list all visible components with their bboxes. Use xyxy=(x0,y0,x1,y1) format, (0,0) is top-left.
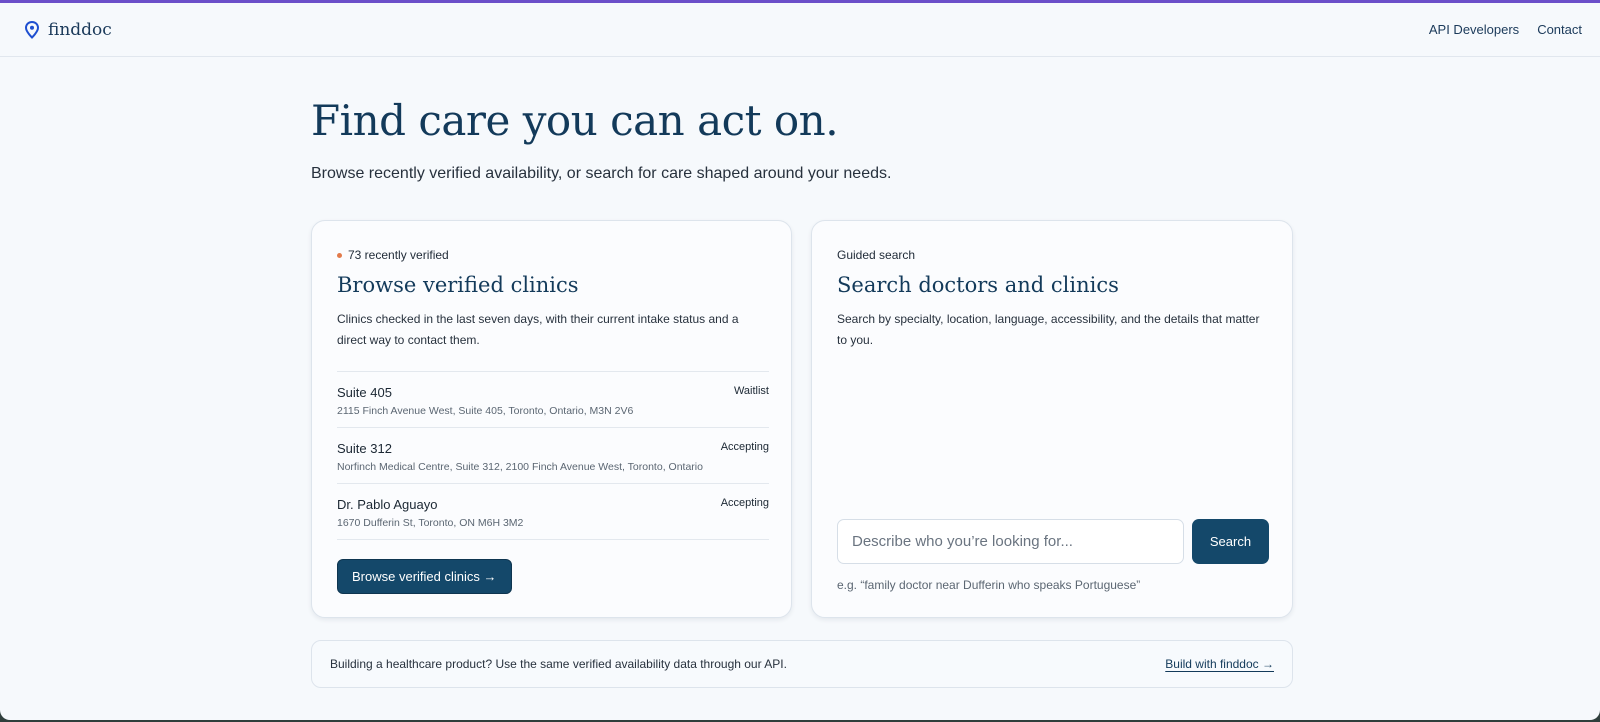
status-dot-icon xyxy=(337,252,342,258)
guided-search-card: Guided search Search doctors and clinics… xyxy=(811,220,1293,618)
clinic-name: Suite 312 xyxy=(337,441,392,456)
guided-search-eyebrow: Guided search xyxy=(837,248,916,262)
search-example-hint: e.g. “family doctor near Dufferin who sp… xyxy=(837,578,1141,592)
page-subtitle: Browse recently verified availability, o… xyxy=(311,165,892,182)
search-input[interactable] xyxy=(837,519,1184,564)
search-card-title: Search doctors and clinics xyxy=(837,273,1119,297)
search-form: Search xyxy=(837,519,1269,564)
brand-name: finddoc xyxy=(48,19,112,40)
clinic-address: 1670 Dufferin St, Toronto, ON M6H 3M2 xyxy=(337,517,524,529)
intake-status-badge: Accepting xyxy=(720,441,769,453)
clinic-name: Dr. Pablo Aguayo xyxy=(337,497,438,512)
nav-link-contact[interactable]: Contact xyxy=(1537,22,1582,37)
map-pin-icon xyxy=(24,20,40,39)
search-button[interactable]: Search xyxy=(1192,519,1269,564)
page-title: Find care you can act on. xyxy=(311,96,839,145)
api-promo-text: Building a healthcare product? Use the s… xyxy=(330,657,787,671)
clinic-address: Norfinch Medical Centre, Suite 312, 2100… xyxy=(337,461,703,473)
brand-logo[interactable]: finddoc xyxy=(24,20,112,40)
clinic-row[interactable]: Suite 405 2115 Finch Avenue West, Suite … xyxy=(337,372,769,428)
browse-verified-clinics-button[interactable]: Browse verified clinics → xyxy=(337,559,512,594)
header-nav: API Developers Contact xyxy=(1429,22,1582,37)
browse-card-title: Browse verified clinics xyxy=(337,273,579,297)
clinic-row[interactable]: Dr. Pablo Aguayo 1670 Dufferin St, Toron… xyxy=(337,484,769,540)
search-card-description: Search by specialty, location, language,… xyxy=(837,312,1260,347)
api-promo-bar: Building a healthcare product? Use the s… xyxy=(311,640,1293,688)
nav-link-api-developers[interactable]: API Developers xyxy=(1429,22,1519,37)
intake-status-badge: Waitlist xyxy=(733,385,769,397)
clinic-address: 2115 Finch Avenue West, Suite 405, Toron… xyxy=(337,405,634,417)
top-navigation-bar: finddoc API Developers Contact xyxy=(0,3,1600,57)
browse-card-description: Clinics checked in the last seven days, … xyxy=(337,312,739,347)
clinic-row[interactable]: Suite 312 Norfinch Medical Centre, Suite… xyxy=(337,428,769,484)
clinic-name: Suite 405 xyxy=(337,385,392,400)
intake-status-badge: Accepting xyxy=(720,497,769,509)
clinic-list: Suite 405 2115 Finch Avenue West, Suite … xyxy=(337,371,769,540)
browser-window: finddoc API Developers Contact Find care… xyxy=(0,0,1600,720)
build-with-finddoc-link[interactable]: Build with finddoc → xyxy=(1165,657,1274,671)
browse-clinics-card: 73 recently verified Browse verified cli… xyxy=(311,220,792,618)
verified-count-label: 73 recently verified xyxy=(348,248,449,262)
verified-count-badge: 73 recently verified xyxy=(337,248,449,262)
